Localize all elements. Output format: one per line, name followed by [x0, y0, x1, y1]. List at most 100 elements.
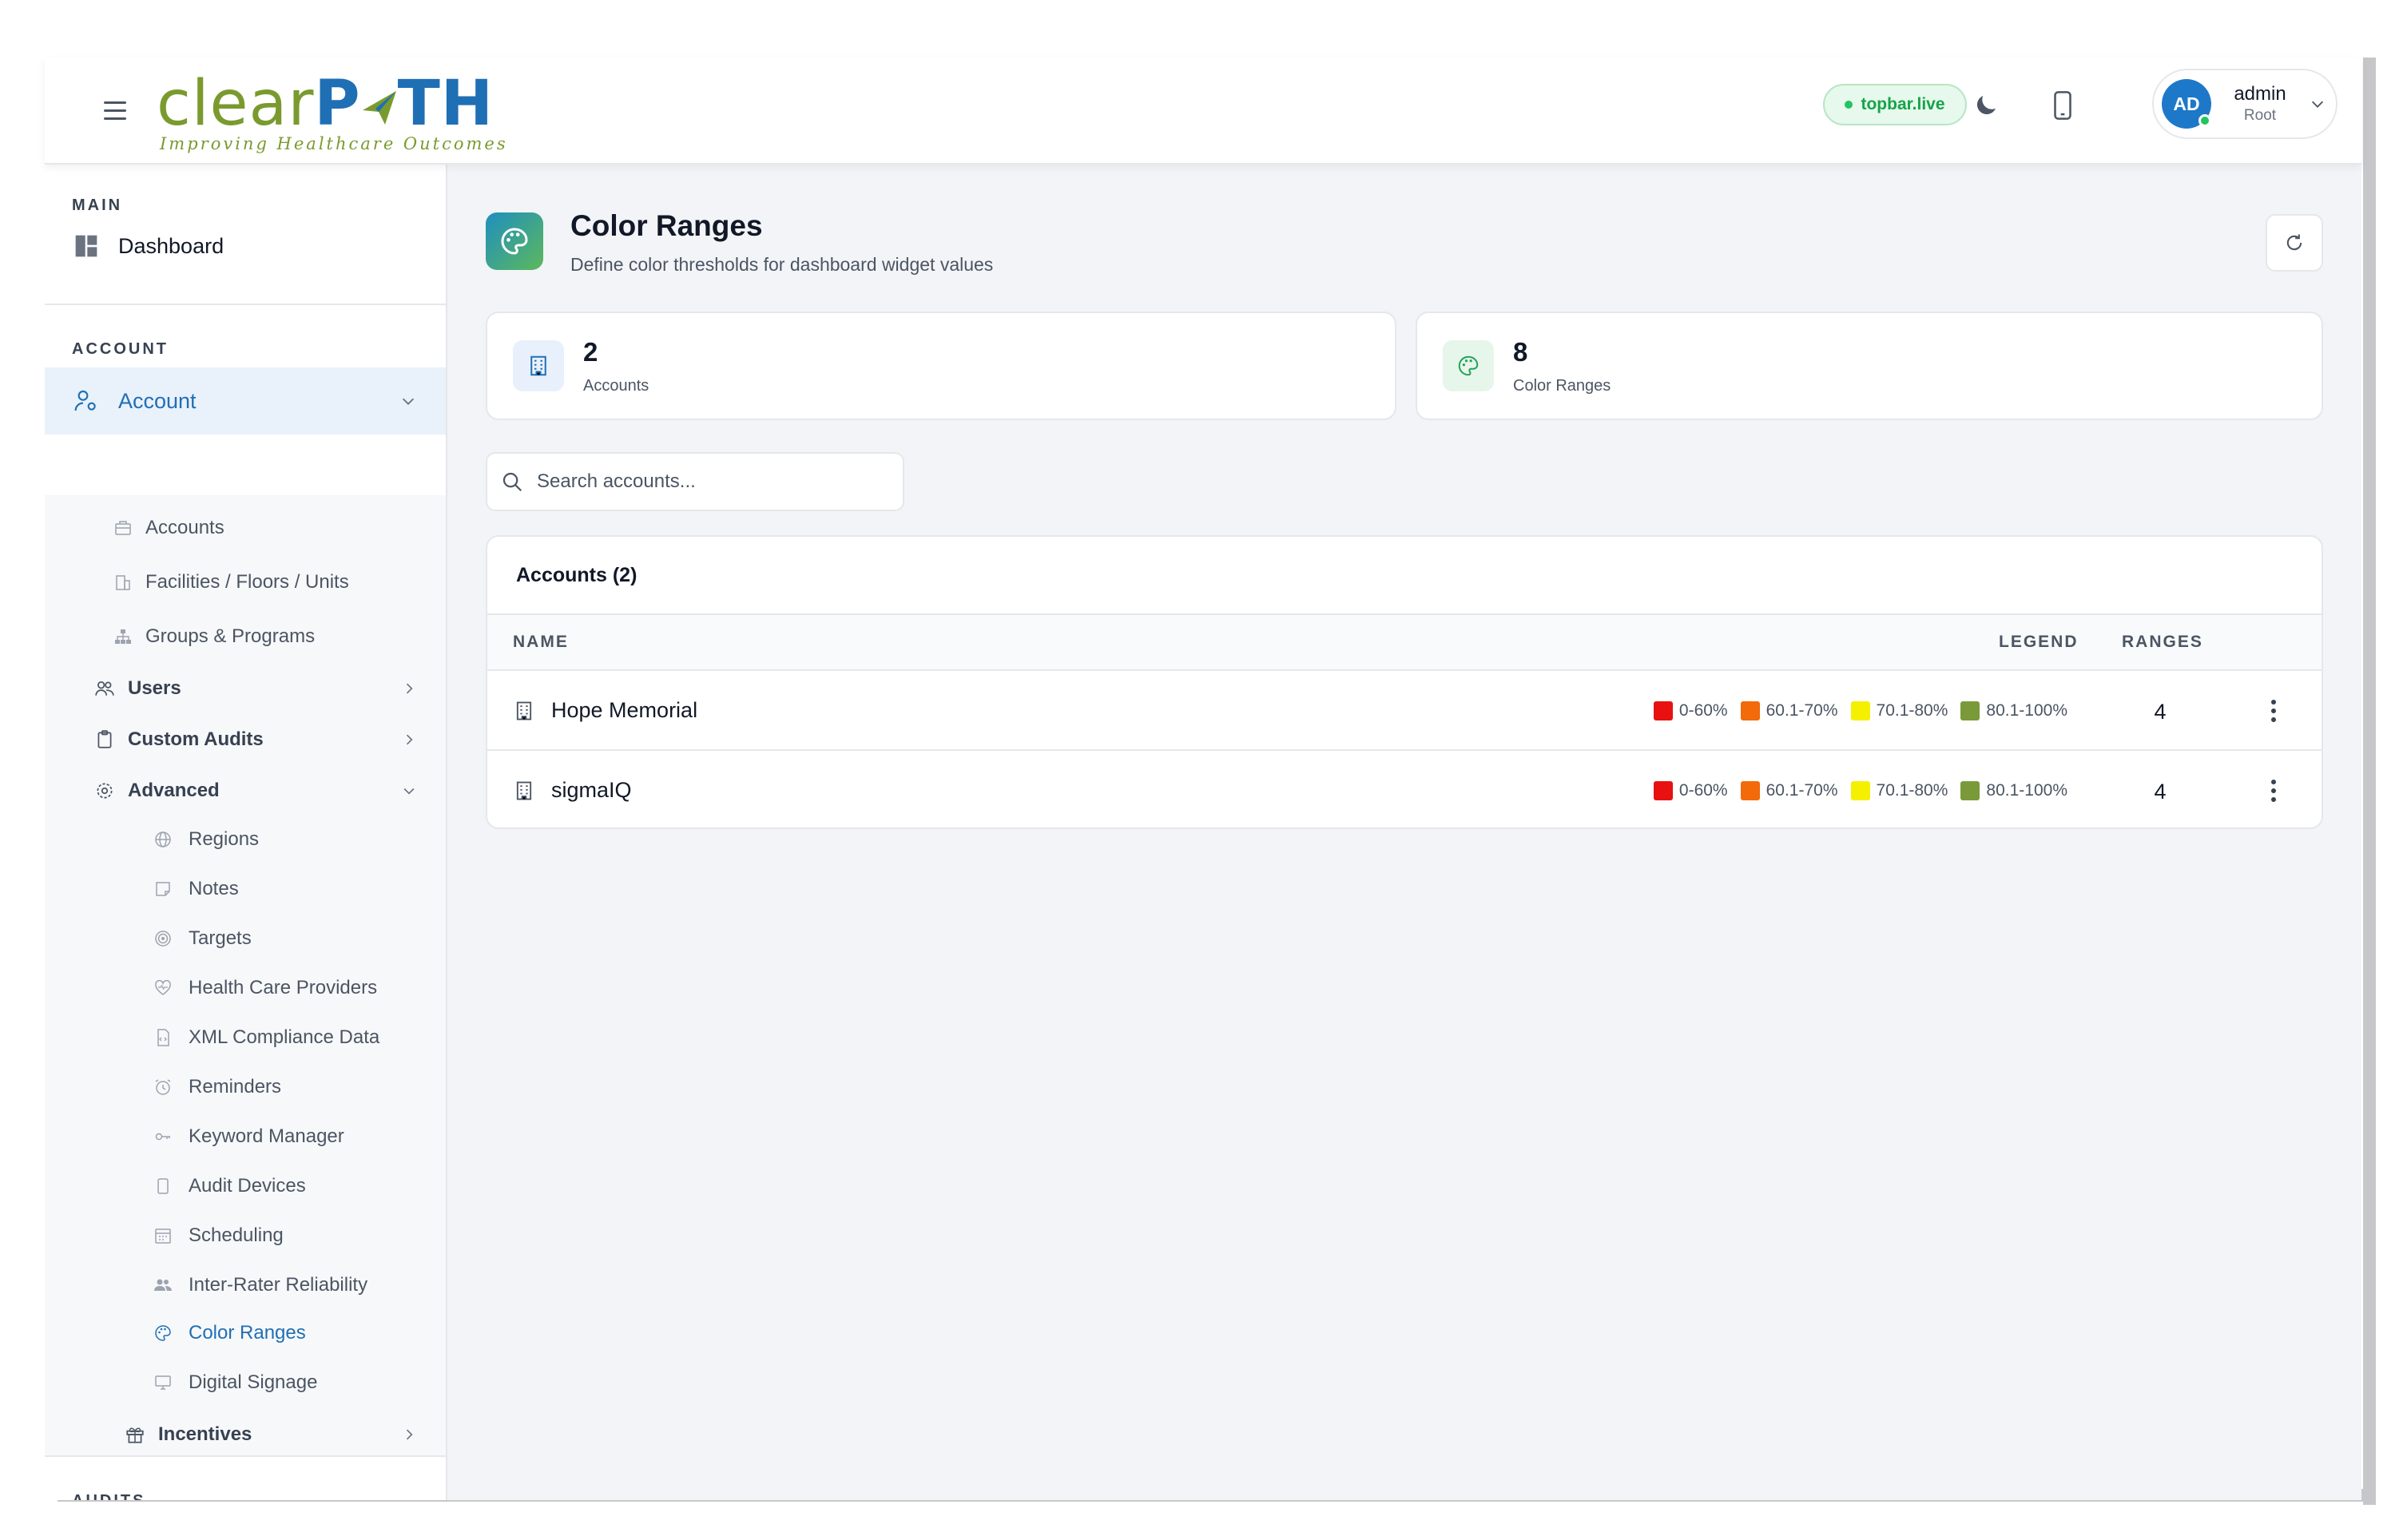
sidebar-item-targets[interactable]: Targets — [45, 919, 446, 959]
sidebar-item-label: Incentives — [158, 1423, 252, 1445]
users-icon — [94, 678, 115, 699]
search-icon — [502, 472, 522, 492]
legend-label: 70.1-80% — [1876, 701, 1948, 720]
sidebar-item-xml-compliance[interactable]: XML Compliance Data — [45, 1018, 446, 1058]
sidebar-item-accounts[interactable]: Accounts — [45, 508, 446, 548]
sidebar-item-notes[interactable]: Notes — [45, 869, 446, 909]
dashboard-icon — [73, 233, 99, 259]
gear-icon — [94, 780, 115, 801]
swatch-green — [1960, 701, 1980, 720]
logo-path: P — [314, 68, 361, 140]
sidebar-item-account[interactable]: Account — [45, 367, 446, 435]
sidebar-item-label: XML Compliance Data — [189, 1026, 380, 1048]
clipboard-icon — [94, 729, 115, 750]
legend-label: 60.1-70% — [1766, 781, 1838, 800]
color-legend: 0-60% 60.1-70% 70.1-80% 80.1-100% — [1653, 701, 2067, 720]
sidebar-item-label: Advanced — [128, 780, 220, 801]
sidebar-item-facilities[interactable]: Facilities / Floors / Units — [45, 562, 446, 602]
logo-clear: clear — [157, 68, 315, 140]
search-box — [486, 452, 904, 511]
chevron-right-icon — [406, 683, 413, 694]
user-name: admin — [2234, 83, 2286, 105]
chevron-right-icon — [406, 734, 413, 745]
table-row[interactable]: Hope Memorial 0-60% 60.1-70% 70.1-80% 80… — [487, 673, 2322, 751]
chevron-down-icon — [402, 398, 415, 405]
legend-label: 60.1-70% — [1766, 701, 1838, 720]
swatch-yellow — [1850, 781, 1870, 800]
sidebar-item-custom-audits[interactable]: Custom Audits — [45, 719, 446, 760]
sidebar-item-label: Health Care Providers — [189, 977, 378, 998]
sidebar-item-dashboard[interactable]: Dashboard — [45, 222, 446, 270]
briefcase-icon — [113, 518, 133, 538]
file-code-icon — [153, 1028, 173, 1047]
account-name: Hope Memorial — [551, 698, 698, 722]
search-input[interactable] — [537, 470, 888, 493]
stat-card-accounts: 2 Accounts — [486, 312, 1396, 420]
sidebar-item-health-care-providers[interactable]: Health Care Providers — [45, 968, 446, 1008]
mobile-view-icon[interactable] — [2039, 81, 2087, 129]
sidebar-item-label: Regions — [189, 828, 260, 850]
sidebar-item-incentives[interactable]: Incentives — [45, 1414, 446, 1455]
tablet-icon — [153, 1177, 173, 1196]
column-header-legend: LEGEND — [1999, 633, 2079, 651]
live-dot-icon — [1845, 101, 1853, 109]
legend-label: 80.1-100% — [1986, 781, 2067, 800]
legend-item: 80.1-100% — [1960, 701, 2067, 720]
chevron-right-icon — [406, 1429, 413, 1440]
refresh-icon — [2286, 234, 2302, 251]
sidebar-item-label: Notes — [189, 878, 239, 899]
user-gear-icon — [73, 388, 99, 414]
sidebar-item-inter-rater[interactable]: Inter-Rater Reliability — [45, 1265, 446, 1305]
sidebar-item-groups[interactable]: Groups & Programs — [45, 617, 446, 657]
swatch-red — [1653, 701, 1673, 720]
legend-item: 0-60% — [1653, 701, 1728, 720]
swatch-green — [1960, 781, 1980, 800]
sidebar-item-audit-devices[interactable]: Audit Devices — [45, 1166, 446, 1206]
sidebar-item-label: Audit Devices — [189, 1175, 306, 1197]
swatch-yellow — [1850, 701, 1870, 720]
row-actions-kebab-icon[interactable] — [2256, 773, 2291, 808]
logo-path-end: TH — [397, 68, 495, 140]
stat-value: 2 — [583, 337, 598, 367]
globe-icon — [153, 830, 173, 849]
sidebar-item-users[interactable]: Users — [45, 668, 446, 709]
table-row[interactable]: sigmaIQ 0-60% 60.1-70% 70.1-80% 80.1-100… — [487, 752, 2322, 828]
app-logo[interactable]: clearP TH Improving Healthcare Outcomes — [157, 68, 506, 157]
users-group-icon — [153, 1276, 173, 1295]
sidebar-item-label: Groups & Programs — [145, 625, 316, 647]
app-window: clearP TH Improving Healthcare Outcomes t… — [45, 58, 2361, 1500]
online-dot-icon — [2198, 114, 2211, 127]
building-icon — [513, 780, 535, 806]
color-legend: 0-60% 60.1-70% 70.1-80% 80.1-100% — [1653, 781, 2067, 800]
user-menu[interactable]: AD admin Root — [2152, 69, 2337, 139]
menu-toggle-icon[interactable] — [97, 93, 133, 128]
theme-toggle-moon-icon[interactable] — [1962, 81, 2010, 129]
sidebar-item-advanced[interactable]: Advanced — [45, 770, 446, 812]
stat-label: Accounts — [583, 377, 649, 395]
legend-item: 0-60% — [1653, 781, 1728, 800]
sidebar-item-label: Users — [128, 677, 181, 699]
building-icon — [113, 573, 133, 592]
swatch-orange — [1740, 701, 1760, 720]
sidebar-item-label: Accounts — [145, 517, 224, 538]
sidebar-item-keyword-manager[interactable]: Keyword Manager — [45, 1117, 446, 1157]
ranges-count: 4 — [2154, 700, 2167, 724]
sidebar-item-digital-signage[interactable]: Digital Signage — [45, 1363, 446, 1403]
sidebar-item-label: Targets — [189, 927, 252, 949]
palette-icon — [1443, 340, 1494, 391]
sidebar-item-label: Dashboard — [118, 233, 224, 258]
sidebar-item-regions[interactable]: Regions — [45, 820, 446, 859]
refresh-button[interactable] — [2266, 214, 2323, 272]
sidebar-item-reminders[interactable]: Reminders — [45, 1067, 446, 1107]
heart-pulse-icon — [153, 978, 173, 998]
legend-label: 80.1-100% — [1986, 701, 2067, 720]
stat-label: Color Ranges — [1513, 377, 1611, 395]
chevron-down-icon — [2311, 101, 2324, 108]
sitemap-icon — [113, 627, 133, 646]
logo-tagline: Improving Healthcare Outcomes — [160, 134, 508, 153]
sidebar-section-main: MAIN — [72, 196, 123, 214]
sidebar-item-label: Account — [118, 388, 197, 413]
row-actions-kebab-icon[interactable] — [2256, 693, 2291, 728]
sidebar-item-color-ranges[interactable]: Color Ranges — [45, 1313, 446, 1353]
sidebar-item-scheduling[interactable]: Scheduling — [45, 1216, 446, 1256]
